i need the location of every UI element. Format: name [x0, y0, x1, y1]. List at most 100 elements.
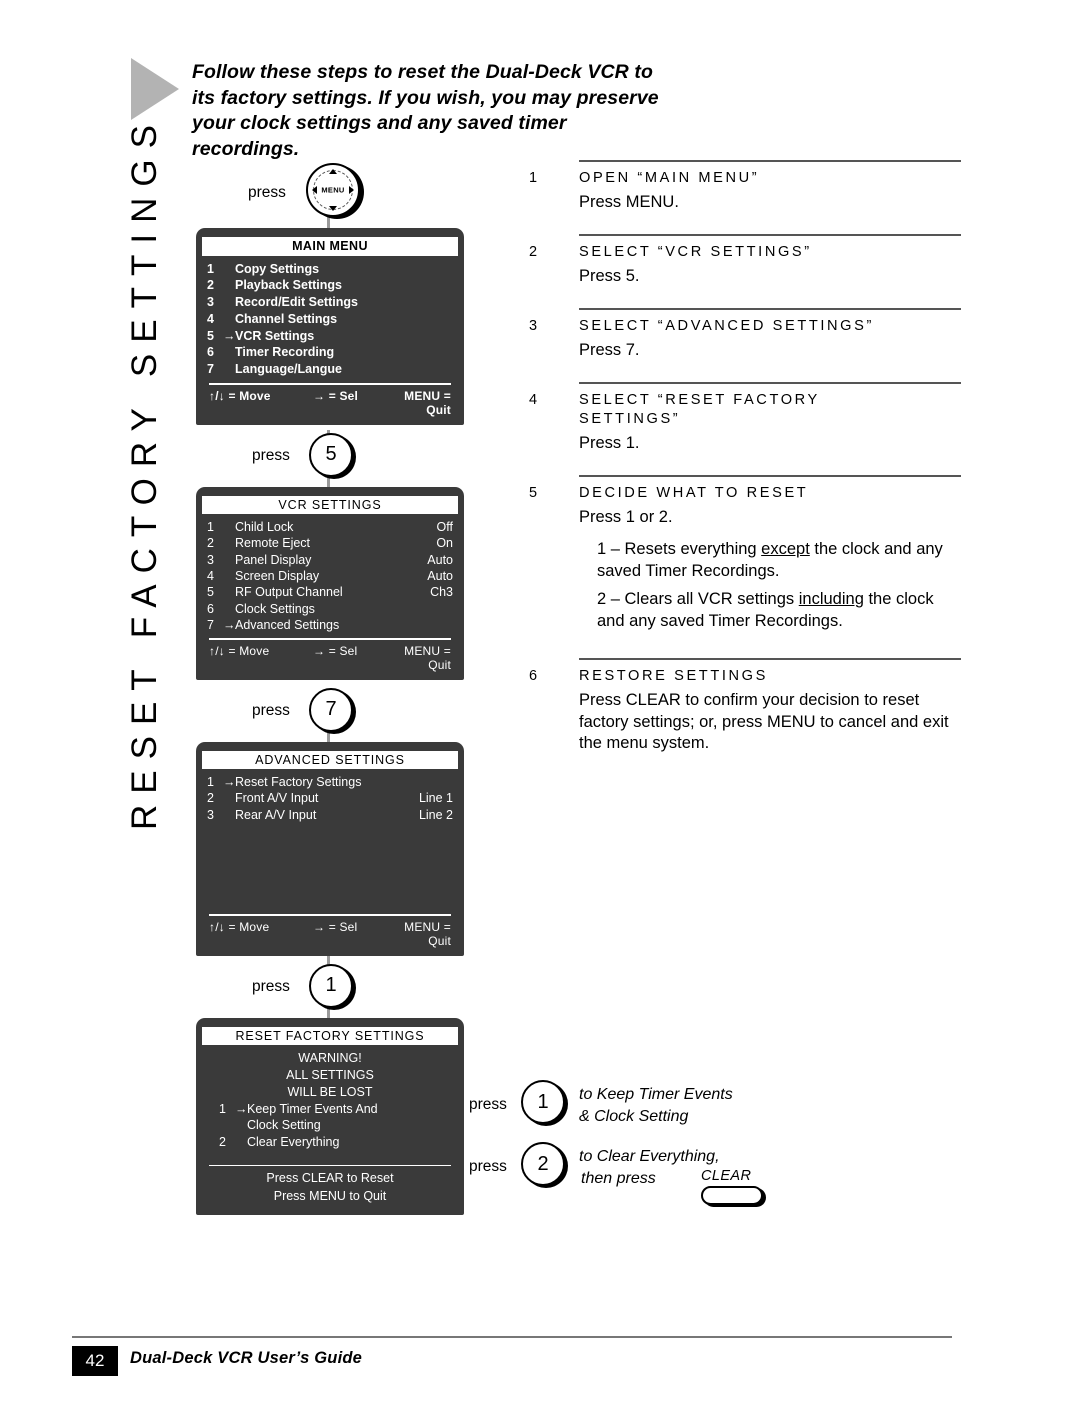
- osd-footer-quit: MENU = Quit: [404, 919, 451, 948]
- osd-row-num: 7: [207, 617, 214, 632]
- step-3: 3 SELECT “ADVANCED SETTINGS” Press 7.: [529, 308, 961, 361]
- osd-row-label: Remote Eject: [235, 536, 311, 551]
- manual-page: RESET FACTORY SETTINGS Follow these step…: [0, 0, 1080, 1407]
- step-header: 2 SELECT “VCR SETTINGS”: [529, 243, 961, 262]
- osd-row-label: Child Lock: [235, 520, 294, 535]
- step-number: 3: [529, 317, 538, 334]
- step-title: RESTORE SETTINGS: [579, 668, 768, 685]
- osd-row[interactable]: 7 Language/Langue: [207, 361, 453, 378]
- osd-footer-move: ↑/↓ = Move: [209, 388, 271, 403]
- osd-row-num: 3: [207, 807, 214, 822]
- osd-row-label: Clear Everything: [247, 1134, 340, 1149]
- osd-row-arrow-icon: [223, 344, 235, 361]
- osd-row[interactable]: 2 Clear Everything: [207, 1134, 453, 1150]
- number-button-1[interactable]: 1: [309, 963, 353, 1008]
- osd-row-selected[interactable]: 5 → VCR Settings: [207, 328, 453, 345]
- osd-row-num: 3: [207, 552, 214, 567]
- osd-row-selected[interactable]: 1 → Keep Timer Events And: [207, 1101, 453, 1117]
- osd-row[interactable]: 1 Child Lock Off: [207, 519, 453, 535]
- osd-row-num: 1: [207, 520, 214, 535]
- step-divider: [579, 475, 961, 477]
- clear-button[interactable]: [701, 1186, 763, 1205]
- osd-footer: ↑/↓ = Move → = Sel MENU = Quit: [196, 920, 464, 956]
- osd-screen-vcr-settings: VCR SETTINGS 1 Child Lock Off 2 Remote E…: [196, 486, 464, 680]
- chevron-up-icon: [329, 169, 337, 174]
- step-number: 1: [529, 169, 538, 186]
- number-button-1[interactable]: 1: [521, 1080, 565, 1124]
- osd-row[interactable]: 4 Channel Settings: [207, 311, 453, 328]
- osd-row-label: Panel Display: [235, 552, 312, 567]
- osd-row[interactable]: 1 Copy Settings: [207, 261, 453, 278]
- osd-row-arrow-icon: [235, 1117, 247, 1133]
- step-title: OPEN “MAIN MENU”: [579, 169, 760, 186]
- osd-screen-main-menu: MAIN MENU 1 Copy Settings 2 Playback Set…: [196, 228, 464, 425]
- number-button-5[interactable]: 5: [309, 432, 353, 477]
- osd-row[interactable]: 3 Record/Edit Settings: [207, 294, 453, 311]
- note-1-line-2: & Clock Setting: [579, 1108, 689, 1125]
- osd-row[interactable]: 2 Remote Eject On: [207, 535, 453, 551]
- osd-row-num: 1: [219, 1102, 226, 1117]
- osd-row-num: 4: [207, 311, 214, 326]
- osd-row-arrow-icon: →: [223, 775, 236, 790]
- osd-row-label: Playback Settings: [235, 278, 342, 293]
- osd-row-arrow-icon: →: [223, 617, 236, 632]
- osd-row-arrow-icon: [223, 584, 235, 600]
- osd-footer-move: ↑/↓ = Move: [209, 643, 270, 658]
- osd-row-arrow-icon: →: [223, 328, 236, 343]
- osd-row-value: Auto: [427, 552, 453, 567]
- step-body: Press CLEAR to confirm your decision to …: [579, 691, 949, 753]
- footer-title: Dual-Deck VCR User’s Guide: [130, 1349, 363, 1367]
- osd-footer-move: ↑/↓ = Move: [209, 919, 270, 934]
- osd-row-label: Keep Timer Events And: [247, 1102, 378, 1117]
- osd-row-value: Ch3: [430, 585, 453, 600]
- dpad-menu-icon[interactable]: MENU: [306, 163, 360, 217]
- osd-row[interactable]: 2 Front A/V Input Line 1: [207, 790, 453, 806]
- osd-row-arrow-icon: [223, 277, 235, 294]
- osd-title: VCR SETTINGS: [202, 495, 458, 515]
- osd-row-label: Front A/V Input: [235, 791, 319, 806]
- number-button-2[interactable]: 2: [521, 1142, 565, 1186]
- osd-row[interactable]: 2 Playback Settings: [207, 277, 453, 294]
- osd-row-arrow-icon: [223, 552, 235, 568]
- osd-row-arrow-icon: [235, 1134, 247, 1150]
- step-1: 1 OPEN “MAIN MENU” Press MENU.: [529, 160, 961, 213]
- osd-row-value: Auto: [427, 568, 453, 583]
- menu-button-label: MENU: [321, 185, 345, 195]
- osd-row-num: 6: [207, 345, 214, 360]
- osd-row[interactable]: 6 Timer Recording: [207, 344, 453, 361]
- osd-row-label: Clock Setting: [247, 1118, 321, 1133]
- step-body: Press 1 or 2.: [579, 507, 673, 526]
- osd-row-label: RF Output Channel: [235, 585, 343, 600]
- chevron-right-icon: [349, 186, 354, 194]
- note-2-text: to Clear Everything,: [579, 1148, 720, 1165]
- osd-divider: [209, 383, 451, 385]
- number-button-7[interactable]: 7: [309, 687, 353, 732]
- warning-line: WARNING!: [298, 1051, 362, 1066]
- osd-row-label: Rear A/V Input: [235, 807, 317, 822]
- osd-row-num: 5: [207, 585, 214, 600]
- osd-empty-space: [207, 823, 453, 909]
- osd-footer-sel: → = Sel: [313, 388, 359, 403]
- osd-row[interactable]: 3 Panel Display Auto: [207, 552, 453, 568]
- osd-row[interactable]: 6 Clock Settings: [207, 601, 453, 617]
- osd-row[interactable]: 4 Screen Display Auto: [207, 568, 453, 584]
- osd-row-num: 2: [219, 1134, 226, 1149]
- step-header: 4 SELECT “RESET FACTORY SETTINGS”: [529, 391, 961, 429]
- osd-row[interactable]: 5 RF Output Channel Ch3: [207, 584, 453, 600]
- osd-row-selected[interactable]: 1 → Reset Factory Settings: [207, 774, 453, 790]
- step-divider: [579, 308, 961, 310]
- osd-row-arrow-icon: [223, 361, 235, 378]
- osd-row-selected[interactable]: 7 → Advanced Settings: [207, 617, 453, 633]
- chevron-left-icon: [312, 186, 317, 194]
- option-2-emphasis: including: [798, 590, 864, 609]
- osd-screen-advanced-settings: ADVANCED SETTINGS 1 → Reset Factory Sett…: [196, 741, 464, 956]
- clear-button-label: CLEAR: [701, 1168, 752, 1184]
- osd-divider: [209, 1164, 451, 1167]
- osd-row-arrow-icon: [223, 535, 235, 551]
- osd-row-num: 1: [207, 775, 214, 790]
- step-5: 5 DECIDE WHAT TO RESET Press 1 or 2. 1 –…: [529, 475, 961, 632]
- step-number: 2: [529, 243, 538, 260]
- warning-line: ALL SETTINGS: [286, 1068, 374, 1083]
- osd-row[interactable]: 3 Rear A/V Input Line 2: [207, 807, 453, 823]
- step-title: SELECT “ADVANCED SETTINGS”: [579, 317, 874, 334]
